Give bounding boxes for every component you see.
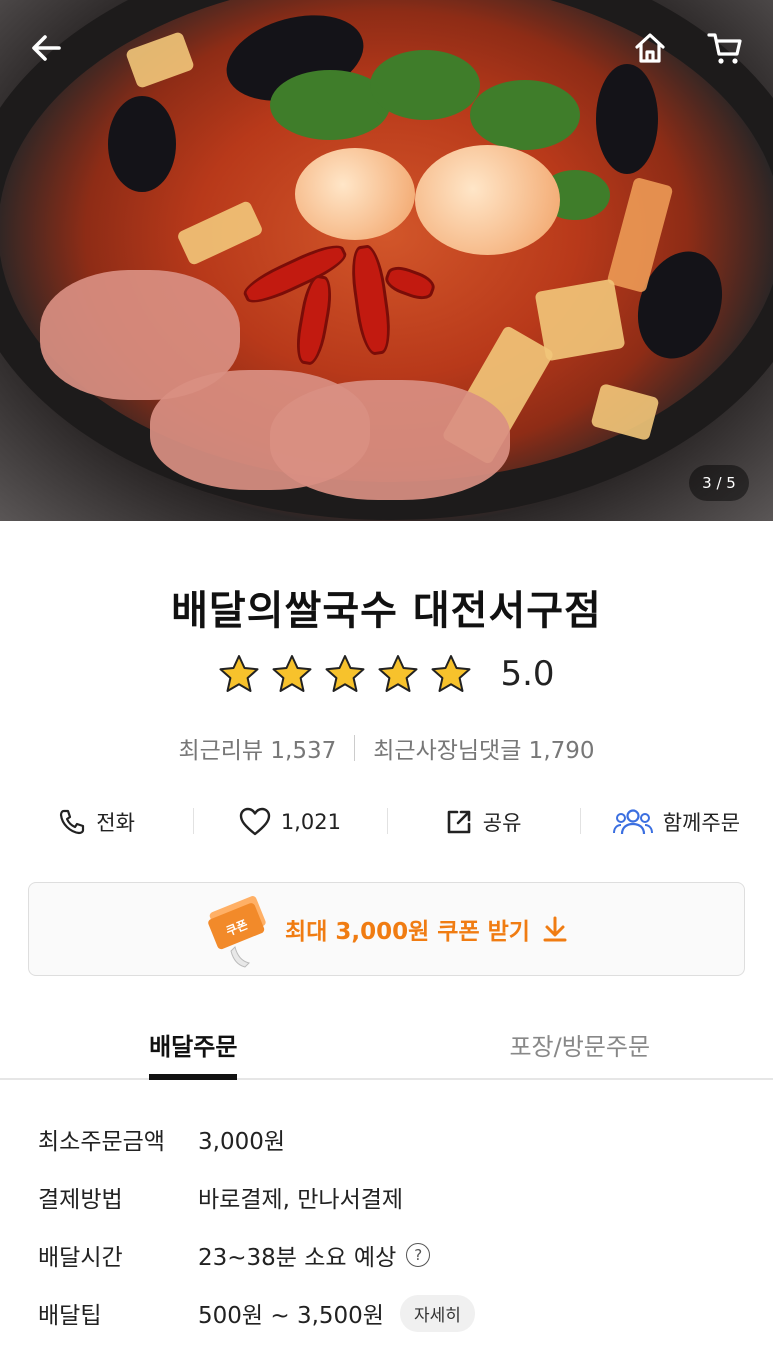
tab-delivery[interactable]: 배달주문 [0, 1010, 387, 1078]
star-icon [431, 655, 471, 692]
vegetable-shape [534, 278, 626, 362]
delivery-tip-value: 500원 ~ 3,500원 [198, 1303, 384, 1329]
home-icon [635, 33, 665, 63]
rating-row: 5.0 [0, 654, 773, 694]
delivery-info: 최소주문금액 3,000원 결제방법 바로결제, 만나서결제 배달시간 23~3… [38, 1110, 738, 1342]
mussel-shape [108, 96, 176, 192]
shrimp-shape [415, 145, 560, 255]
meat-shape [270, 380, 510, 500]
star-icon [378, 655, 418, 692]
group-icon [612, 809, 653, 835]
coupon-ticket-icon: 쿠폰 [208, 896, 266, 968]
download-icon [543, 916, 567, 942]
share-icon [447, 810, 471, 834]
delivery-tip-label: 배달팁 [38, 1303, 102, 1329]
info-row-delivery-tip: 배달팁 500원 ~ 3,500원 자세히 [38, 1284, 738, 1342]
heart-icon [239, 807, 271, 836]
cart-icon [707, 33, 742, 64]
group-order-label: 함께주문 [662, 811, 741, 835]
favorite-count: 1,021 [280, 810, 341, 834]
recent-reviews-link[interactable]: 최근리뷰 1,537 [178, 731, 336, 765]
star-icon [325, 655, 365, 692]
min-order-value: 3,000원 [198, 1129, 286, 1155]
tab-pickup[interactable]: 포장/방문주문 [387, 1010, 773, 1078]
mussel-shape [596, 64, 658, 174]
shrimp-shape [295, 148, 415, 240]
payment-value: 바로결제, 만나서결제 [198, 1187, 404, 1213]
store-title: 배달의쌀국수 대전서구점 [171, 588, 602, 634]
info-row-min-order: 최소주문금액 3,000원 [38, 1110, 738, 1168]
arrow-left-icon [32, 35, 61, 61]
favorite-button[interactable]: 1,021 [193, 796, 386, 848]
delivery-time-value-wrap: 23~38분 소요 예상 ? [198, 1238, 431, 1272]
min-order-label: 최소주문금액 [38, 1129, 165, 1155]
divider [354, 735, 356, 761]
review-counts: 최근리뷰 1,537 최근사장님댓글 1,790 [0, 731, 773, 765]
group-order-button[interactable]: 함께주문 [579, 796, 773, 848]
delivery-time-label: 배달시간 [38, 1245, 123, 1271]
star-icon [219, 655, 259, 692]
info-row-delivery-time: 배달시간 23~38분 소요 예상 ? [38, 1226, 738, 1284]
owner-replies-link[interactable]: 최근사장님댓글 1,790 [373, 731, 594, 765]
help-icon[interactable]: ? [406, 1243, 431, 1267]
rating-stars [218, 654, 472, 694]
back-button[interactable] [26, 28, 66, 68]
home-button[interactable] [630, 28, 670, 68]
cart-button[interactable] [705, 28, 745, 68]
rating-score: 5.0 [500, 654, 555, 694]
order-type-tabs: 배달주문 포장/방문주문 [0, 1010, 773, 1080]
info-row-payment: 결제방법 바로결제, 만나서결제 [38, 1168, 738, 1226]
delivery-tip-value-wrap: 500원 ~ 3,500원 자세히 [198, 1294, 475, 1332]
action-bar: 전화 1,021 공유 함께주문 [0, 796, 773, 848]
share-button[interactable]: 공유 [386, 796, 580, 848]
star-icon [272, 655, 312, 692]
coupon-label: 최대 3,000원 쿠폰 받기 [285, 919, 530, 945]
store-photo[interactable]: 3 / 5 [0, 0, 773, 521]
delivery-tip-detail-button[interactable]: 자세히 [399, 1294, 475, 1332]
coupon-banner[interactable]: 쿠폰 최대 3,000원 쿠폰 받기 [28, 882, 745, 976]
share-label: 공유 [482, 811, 522, 835]
payment-label: 결제방법 [38, 1187, 123, 1213]
herb-shape [470, 80, 580, 150]
image-counter: 3 / 5 [689, 465, 749, 501]
phone-icon [60, 809, 85, 835]
herb-shape [370, 50, 480, 120]
call-label: 전화 [96, 811, 135, 835]
call-button[interactable]: 전화 [0, 796, 193, 848]
delivery-time-value: 23~38분 소요 예상 [198, 1245, 397, 1271]
